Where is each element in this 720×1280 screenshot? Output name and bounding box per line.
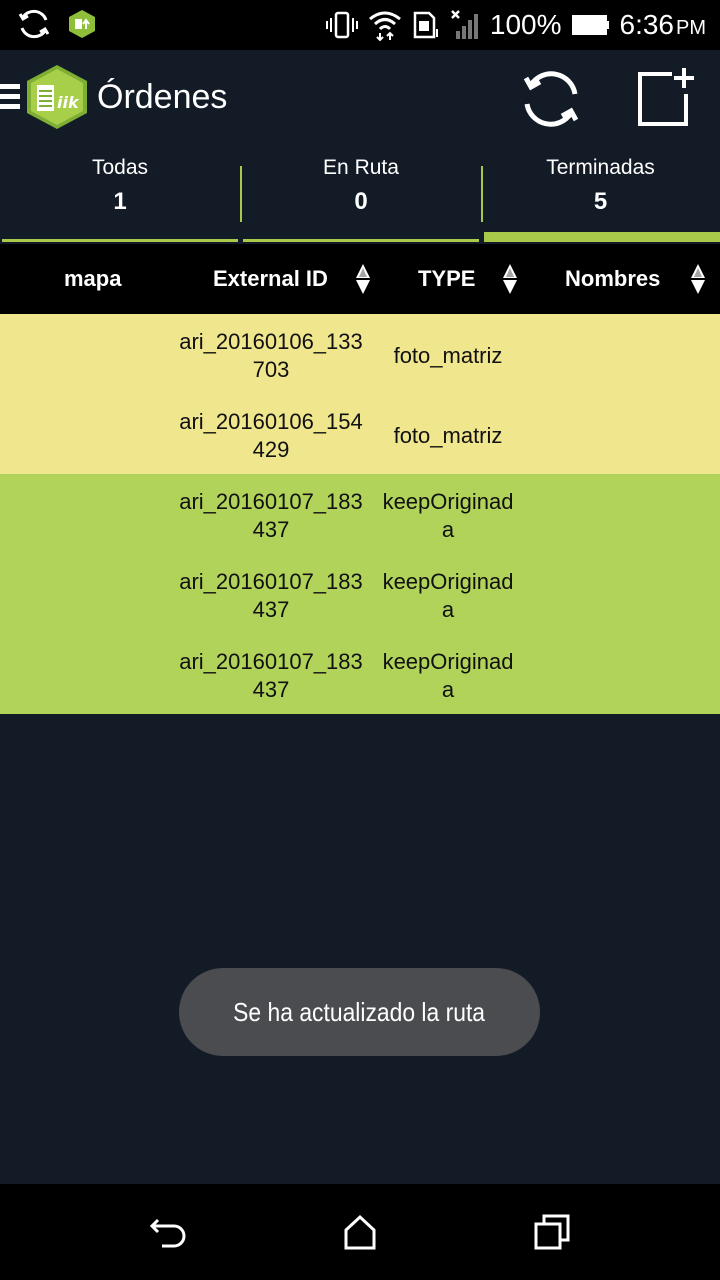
tab-count: 0 [354,188,368,215]
tab-terminadas[interactable]: Terminadas 5 [481,146,720,244]
table-row[interactable]: ari_20160107_183437 keepOriginada [0,634,720,714]
orders-table: ari_20160106_133703 foto_matriz ari_2016… [0,314,720,714]
column-header-external-id[interactable]: External ID [213,266,328,292]
table-row[interactable]: ari_20160107_183437 keepOriginada [0,474,720,554]
sort-icon[interactable] [502,263,518,295]
vibrate-icon [325,11,358,39]
column-header-mapa[interactable]: mapa [64,266,121,292]
no-signal-icon [450,10,478,39]
external-id-cell: ari_20160106_154429 [179,409,363,462]
refresh-icon[interactable] [518,68,584,130]
tab-label: Todas [91,156,149,179]
order-tabs: Todas 1 En Ruta 0 Terminadas 5 [0,146,720,244]
battery-icon [571,15,609,35]
sort-icon[interactable] [355,263,371,295]
tab-count: 5 [593,188,608,215]
column-header-nombres[interactable]: Nombres [565,266,660,292]
type-cell: keepOriginada [382,489,514,542]
external-id-cell: ari_20160107_183437 [179,569,363,622]
tab-todas[interactable]: Todas 1 [0,146,240,244]
app-bar: iik Órdenes [0,50,720,146]
status-bar: 100% 6:36 PM [0,0,720,50]
toast-text: Se ha actualizado la ruta [233,996,486,1027]
tab-active-indicator [484,232,720,242]
logo-text: iik [57,93,80,112]
wifi-icon [368,11,401,41]
back-icon[interactable] [148,1212,188,1252]
app-logo: iik [27,65,87,129]
table-row[interactable]: ari_20160106_154429 foto_matriz [0,394,720,474]
external-id-cell: ari_20160107_183437 [179,489,363,542]
clock-time: 6:36 [619,9,675,40]
sort-icon[interactable] [690,263,706,295]
add-order-icon[interactable] [632,68,698,130]
clock-ampm: PM [676,17,706,39]
tab-underline [2,239,238,242]
type-cell: keepOriginada [382,569,514,622]
tab-count: 1 [113,188,127,215]
type-cell: keepOriginada [382,649,514,702]
type-cell: foto_matriz [393,423,503,448]
toast-message: Se ha actualizado la ruta [179,968,540,1056]
sim-icon [413,11,438,39]
home-icon[interactable] [340,1212,380,1252]
sync-icon [18,9,50,39]
table-row[interactable]: ari_20160107_183437 keepOriginada [0,554,720,634]
tab-label: Terminadas [546,156,655,179]
app-update-icon [69,10,95,38]
recents-icon[interactable] [532,1212,572,1252]
table-header: mapa External ID TYPE Nombres [0,244,720,314]
tab-en-ruta[interactable]: En Ruta 0 [241,146,481,244]
external-id-cell: ari_20160107_183437 [179,649,363,702]
column-header-type[interactable]: TYPE [418,266,475,292]
tab-underline [243,239,479,242]
menu-icon[interactable] [0,84,20,112]
external-id-cell: ari_20160106_133703 [179,329,363,382]
clock: 6:36 PM [620,9,707,41]
table-row[interactable]: ari_20160106_133703 foto_matriz [0,314,720,394]
navigation-bar [0,1184,720,1280]
page-title: Órdenes [97,78,228,116]
battery-percent: 100% [489,9,562,40]
type-cell: foto_matriz [393,343,503,368]
tab-label: En Ruta [323,156,399,179]
